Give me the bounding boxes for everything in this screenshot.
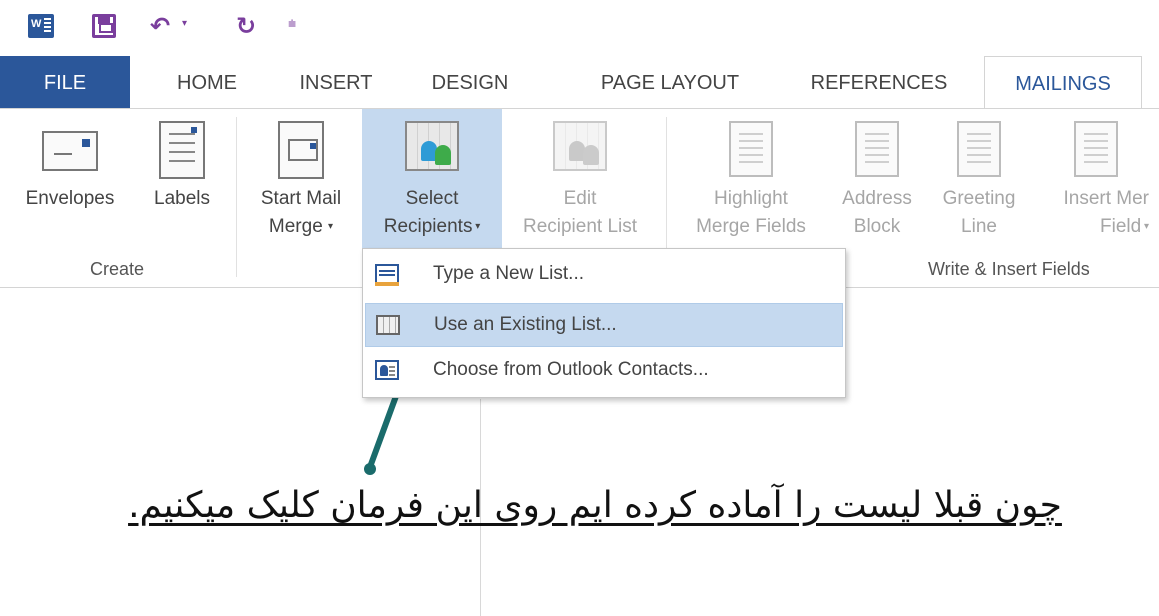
undo-icon[interactable]: ↶	[150, 14, 170, 38]
outlook-contacts-icon	[375, 360, 399, 380]
labels-label: Labels	[154, 188, 210, 209]
insert-merge-field-icon	[1073, 121, 1118, 177]
insert-merge-line2: Field	[1100, 216, 1142, 238]
envelope-icon	[42, 131, 98, 171]
greeting-line-button[interactable]: Greeting Line	[926, 109, 1032, 249]
quick-access-toolbar: ↶ ▾ ↻ ⩧	[0, 0, 1159, 52]
redo-icon[interactable]: ↻	[236, 14, 256, 38]
address-block-button[interactable]: Address Block	[828, 109, 926, 249]
envelopes-label: Envelopes	[25, 188, 115, 209]
word-icon[interactable]	[28, 14, 54, 38]
edit-recipient-list-button[interactable]: Edit Recipient List	[504, 109, 656, 249]
tab-insert[interactable]: INSERT	[286, 56, 386, 110]
address-line2: Block	[853, 216, 901, 237]
select-recipients-button[interactable]: Select Recipients ▾	[362, 109, 502, 249]
chevron-down-icon: ▾	[472, 221, 481, 232]
select-recipients-menu: Type a New List... Use an Existing List.…	[362, 248, 846, 398]
address-block-label: Address Block	[828, 185, 926, 241]
undo-dropdown-icon[interactable]: ▾	[182, 18, 187, 42]
start-mail-merge-line2: Merge	[268, 216, 323, 238]
insert-merge-field-label: Insert Mer Field ▾	[1032, 185, 1159, 241]
tab-file[interactable]: FILE	[0, 56, 130, 110]
customize-qat-icon[interactable]: ⩧	[288, 16, 296, 40]
address-block-icon	[855, 121, 899, 177]
highlight-merge-fields-button[interactable]: Highlight Merge Fields	[676, 109, 826, 249]
select-recipients-label: Select Recipients ▾	[362, 185, 502, 241]
menu-item-type-new-list[interactable]: Type a New List...	[365, 253, 843, 297]
greeting-line1: Greeting	[942, 188, 1016, 209]
highlight-line1: Highlight	[714, 188, 788, 209]
address-line1: Address	[842, 188, 912, 209]
ribbon-tabs: FILE HOME INSERT DESIGN PAGE LAYOUT REFE…	[0, 56, 1159, 112]
type-new-list-icon	[375, 264, 399, 286]
group-separator	[236, 117, 237, 277]
menu-item-use-existing-list[interactable]: Use an Existing List...	[365, 303, 843, 347]
edit-recipient-list-icon	[553, 121, 607, 171]
start-mail-merge-button[interactable]: Start Mail Merge ▾	[242, 109, 360, 249]
greeting-line2: Line	[961, 216, 997, 237]
insert-merge-field-button[interactable]: Insert Mer Field ▾	[1032, 109, 1159, 249]
highlight-merge-fields-label: Highlight Merge Fields	[676, 185, 826, 241]
tab-design[interactable]: DESIGN	[410, 56, 530, 110]
select-recipients-line2: Recipients	[383, 216, 473, 238]
envelopes-button[interactable]: Envelopes	[2, 109, 138, 249]
select-recipients-line1: Select	[405, 188, 459, 209]
instruction-note: چون قبلا لیست را آماده کرده ایم روی این …	[128, 485, 1062, 526]
labels-icon	[159, 121, 205, 179]
menu-item-label: Choose from Outlook Contacts...	[433, 359, 709, 380]
chevron-down-icon: ▾	[1141, 221, 1149, 232]
edit-recipient-list-line1: Edit	[563, 188, 597, 209]
tab-references[interactable]: REFERENCES	[798, 56, 960, 110]
edit-recipient-list-label: Edit Recipient List	[504, 185, 656, 241]
menu-item-outlook-contacts[interactable]: Choose from Outlook Contacts...	[365, 349, 843, 393]
tab-home[interactable]: HOME	[152, 56, 262, 110]
menu-item-label: Type a New List...	[433, 263, 585, 284]
save-icon[interactable]	[92, 14, 116, 38]
group-label-create: Create	[90, 259, 145, 279]
existing-list-icon	[376, 315, 400, 335]
tab-page-layout[interactable]: PAGE LAYOUT	[570, 56, 770, 110]
group-label-write-insert-fields: Write & Insert Fields	[928, 259, 1090, 279]
highlight-line2: Merge Fields	[696, 216, 806, 237]
insert-merge-line1: Insert Mer	[1063, 188, 1149, 209]
menu-item-label: Use an Existing List...	[434, 314, 617, 335]
labels-button[interactable]: Labels	[140, 109, 224, 249]
greeting-line-label: Greeting Line	[926, 185, 1032, 241]
greeting-line-icon	[957, 121, 1001, 177]
start-mail-merge-label: Start Mail Merge ▾	[242, 185, 360, 241]
tab-mailings[interactable]: MAILINGS	[984, 56, 1142, 112]
start-mail-merge-line1: Start Mail	[260, 188, 342, 209]
edit-recipient-list-line2: Recipient List	[522, 216, 638, 237]
select-recipients-icon	[405, 121, 459, 171]
chevron-down-icon: ▾	[328, 221, 334, 232]
highlight-merge-fields-icon	[729, 121, 773, 177]
start-mail-merge-icon	[278, 121, 324, 179]
